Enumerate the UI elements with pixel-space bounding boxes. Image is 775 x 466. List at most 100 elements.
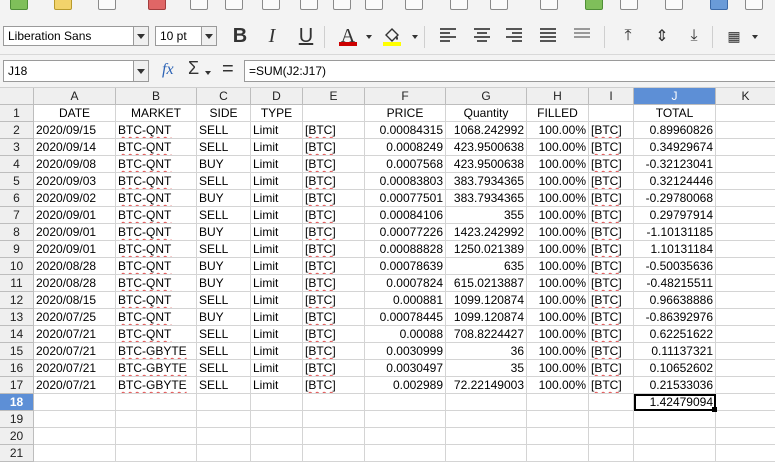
cell-k13[interactable] (716, 309, 775, 326)
cell-f17[interactable]: 0.002989 (365, 377, 446, 394)
chevron-down-icon[interactable] (205, 71, 211, 75)
cell-j7[interactable]: 0.29797914 (634, 207, 716, 224)
cell-b17[interactable]: BTC-GBYTE (116, 377, 197, 394)
cell-k7[interactable] (716, 207, 775, 224)
cell-a10[interactable]: 2020/08/28 (34, 258, 116, 275)
cell-a19[interactable] (34, 411, 116, 428)
cell-g8[interactable]: 1423.242992 (446, 224, 527, 241)
cell-h5[interactable]: 100.00% (527, 173, 589, 190)
cell-j21[interactable] (634, 445, 716, 462)
column-header-h[interactable]: H (527, 88, 589, 105)
row-header-18[interactable]: 18 (0, 394, 34, 411)
font-color-button[interactable]: A (336, 24, 360, 48)
cell-c2[interactable]: SELL (197, 122, 251, 139)
cell-b8[interactable]: BTC-QNT (116, 224, 197, 241)
cell-e2[interactable]: [BTC] (303, 122, 365, 139)
cell-j9[interactable]: 1.10131184 (634, 241, 716, 258)
fill-handle[interactable] (712, 407, 717, 412)
cell-d17[interactable]: Limit (251, 377, 303, 394)
cell-c9[interactable]: SELL (197, 241, 251, 258)
cell-i2[interactable]: [BTC] (589, 122, 634, 139)
row-header-21[interactable]: 21 (0, 445, 34, 462)
cell-e18[interactable] (303, 394, 365, 411)
cell-b14[interactable]: BTC-QNT (116, 326, 197, 343)
cell-g20[interactable] (446, 428, 527, 445)
row-header-2[interactable]: 2 (0, 122, 34, 139)
cell-j14[interactable]: 0.62251622 (634, 326, 716, 343)
cell-f12[interactable]: 0.000881 (365, 292, 446, 309)
column-icon[interactable] (665, 0, 683, 10)
cell-g3[interactable]: 423.9500638 (446, 139, 527, 156)
spelling-icon[interactable] (333, 0, 351, 10)
cell-c17[interactable]: SELL (197, 377, 251, 394)
cell-c19[interactable] (197, 411, 251, 428)
cell-h2[interactable]: 100.00% (527, 122, 589, 139)
cell-b10[interactable]: BTC-QNT (116, 258, 197, 275)
cell-i11[interactable]: [BTC] (589, 275, 634, 292)
row-header-17[interactable]: 17 (0, 377, 34, 394)
cell-b7[interactable]: BTC-QNT (116, 207, 197, 224)
center-vertically-icon[interactable]: ⇕ (650, 24, 674, 48)
cell-d12[interactable]: Limit (251, 292, 303, 309)
row-icon[interactable] (620, 0, 638, 10)
cell-g16[interactable]: 35 (446, 360, 527, 377)
cell-i21[interactable] (589, 445, 634, 462)
cell-i17[interactable]: [BTC] (589, 377, 634, 394)
cell-j3[interactable]: 0.34929674 (634, 139, 716, 156)
cell-h17[interactable]: 100.00% (527, 377, 589, 394)
cell-i8[interactable]: [BTC] (589, 224, 634, 241)
save-icon[interactable] (10, 0, 28, 10)
cell-g17[interactable]: 72.22149003 (446, 377, 527, 394)
chevron-down-icon[interactable] (133, 27, 148, 45)
cell-j11[interactable]: -0.48215511 (634, 275, 716, 292)
chevron-down-icon[interactable] (201, 27, 216, 45)
align-left-icon[interactable] (440, 28, 456, 44)
cell-h7[interactable]: 100.00% (527, 207, 589, 224)
cell-e12[interactable]: [BTC] (303, 292, 365, 309)
row-header-11[interactable]: 11 (0, 275, 34, 292)
cell-f10[interactable]: 0.00078639 (365, 258, 446, 275)
column-header-f[interactable]: F (365, 88, 446, 105)
cell-h14[interactable]: 100.00% (527, 326, 589, 343)
cell-a2[interactable]: 2020/09/15 (34, 122, 116, 139)
cell-a20[interactable] (34, 428, 116, 445)
cell-j2[interactable]: 0.89960826 (634, 122, 716, 139)
cell-e19[interactable] (303, 411, 365, 428)
cell-k14[interactable] (716, 326, 775, 343)
cell-k11[interactable] (716, 275, 775, 292)
cell-i18[interactable] (589, 394, 634, 411)
bold-button[interactable]: B (228, 24, 252, 48)
cell-a13[interactable]: 2020/07/25 (34, 309, 116, 326)
cell-k1[interactable] (716, 105, 775, 122)
cell-j17[interactable]: 0.21533036 (634, 377, 716, 394)
number-format-icon[interactable]: ▦ (722, 24, 746, 48)
cell-d21[interactable] (251, 445, 303, 462)
cell-d2[interactable]: Limit (251, 122, 303, 139)
cell-j1[interactable]: TOTAL (634, 105, 716, 122)
cell-g15[interactable]: 36 (446, 343, 527, 360)
cell-c15[interactable]: SELL (197, 343, 251, 360)
cell-c16[interactable]: SELL (197, 360, 251, 377)
cell-d16[interactable]: Limit (251, 360, 303, 377)
cell-f9[interactable]: 0.00088828 (365, 241, 446, 258)
cell-b18[interactable] (116, 394, 197, 411)
cell-e15[interactable]: [BTC] (303, 343, 365, 360)
cell-f2[interactable]: 0.00084315 (365, 122, 446, 139)
row-header-6[interactable]: 6 (0, 190, 34, 207)
link-icon[interactable] (262, 0, 280, 10)
cell-d15[interactable]: Limit (251, 343, 303, 360)
cell-j5[interactable]: 0.32124446 (634, 173, 716, 190)
row-header-9[interactable]: 9 (0, 241, 34, 258)
cell-i12[interactable]: [BTC] (589, 292, 634, 309)
cell-e17[interactable]: [BTC] (303, 377, 365, 394)
cell-b15[interactable]: BTC-GBYTE (116, 343, 197, 360)
sort-descending-icon[interactable] (745, 0, 763, 10)
cell-f3[interactable]: 0.0008249 (365, 139, 446, 156)
cell-f19[interactable] (365, 411, 446, 428)
cell-d7[interactable]: Limit (251, 207, 303, 224)
row-header-20[interactable]: 20 (0, 428, 34, 445)
cell-j19[interactable] (634, 411, 716, 428)
cell-j16[interactable]: 0.10652602 (634, 360, 716, 377)
name-box[interactable]: J18 (3, 60, 149, 82)
cell-f1[interactable]: PRICE (365, 105, 446, 122)
